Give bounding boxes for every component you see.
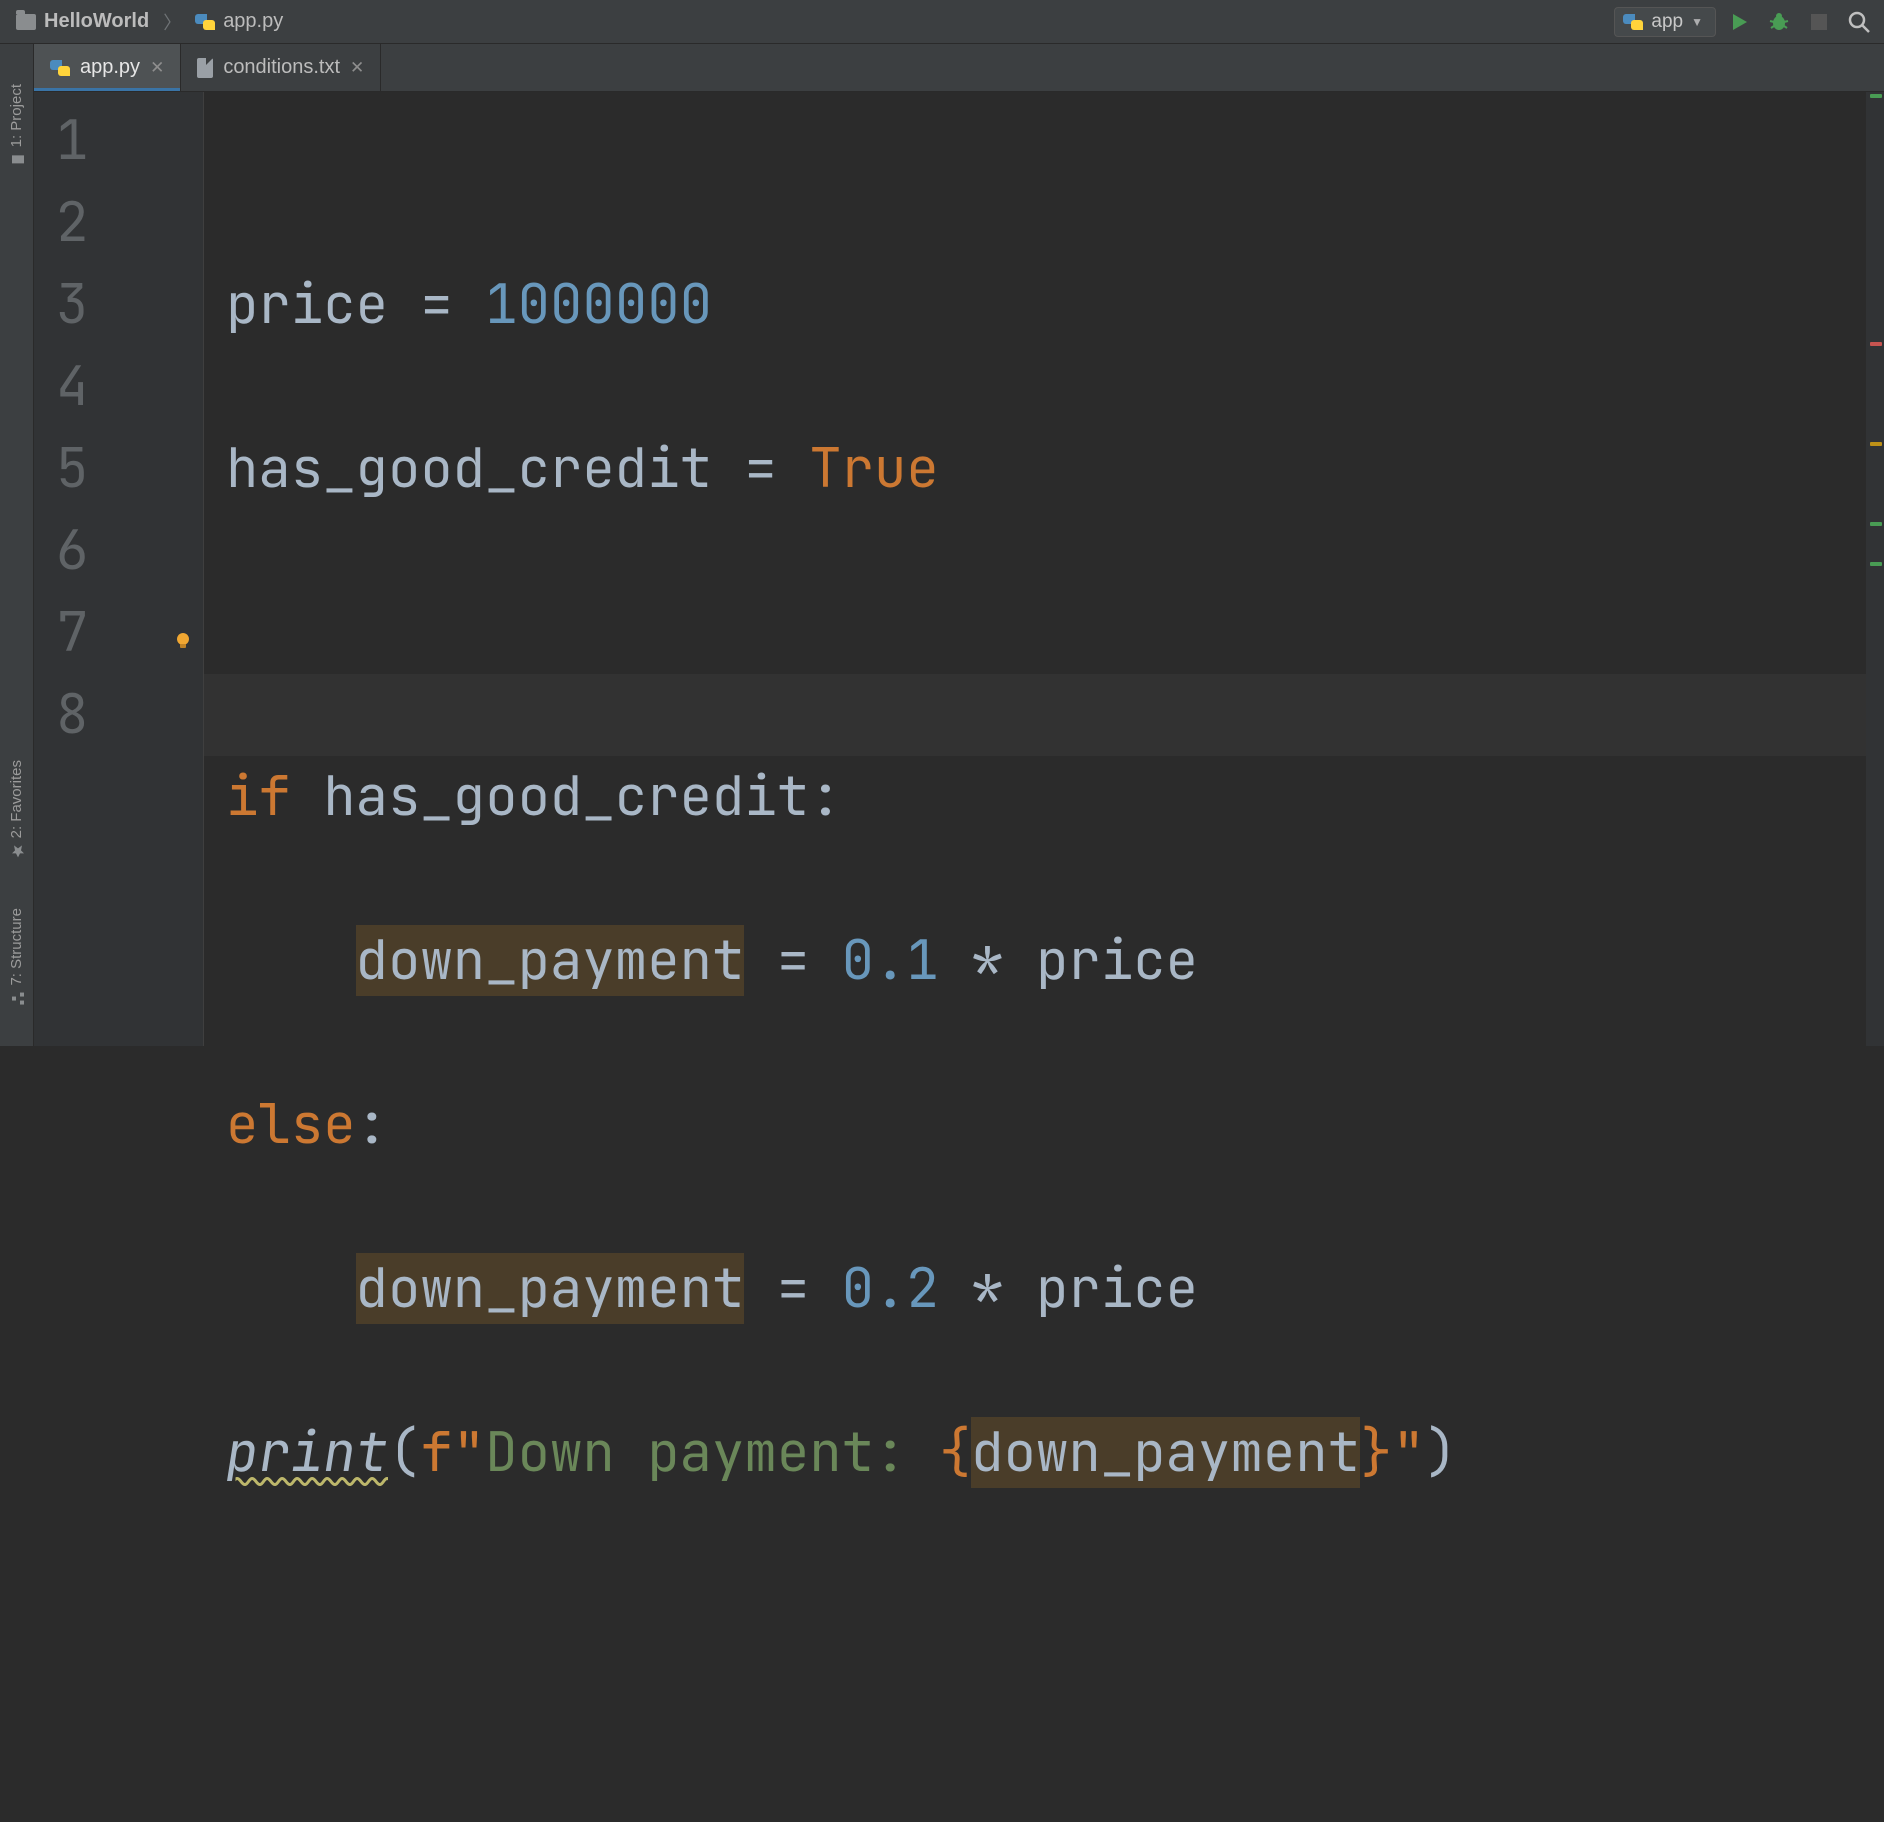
code-line: if has_good_credit: (226, 756, 1884, 838)
folder-icon (10, 153, 24, 167)
chevron-down-icon: ▼ (1691, 15, 1703, 29)
toolwindow-project[interactable]: 1: Project (8, 84, 25, 167)
warning-mark[interactable] (1870, 522, 1882, 526)
editor-tabs: app.py ✕ conditions.txt ✕ (0, 44, 1884, 92)
code-line: print(f"Down payment: {down_payment}") (226, 1412, 1884, 1494)
tab-label: conditions.txt (223, 56, 340, 79)
error-mark[interactable] (1870, 342, 1882, 346)
line-number: 5 (34, 428, 203, 510)
code-area[interactable]: price = 1000000 has_good_credit = True i… (204, 92, 1884, 1046)
code-line: has_good_credit = True (226, 428, 1884, 510)
line-number: 4 (34, 346, 203, 428)
code-line: price = 1000000 (226, 264, 1884, 346)
run-config-label: app (1651, 11, 1683, 33)
structure-icon (10, 992, 24, 1006)
toolwindow-favorites[interactable]: 2: Favorites (8, 760, 25, 858)
line-number: 2 (34, 182, 203, 264)
navigation-bar: HelloWorld 〉 app.py app ▼ (0, 0, 1884, 44)
analysis-ok-icon (1870, 94, 1882, 98)
code-line (226, 592, 1884, 674)
editor: 1 2 3 4 5 6 7 8 price = 1000000 has_good… (34, 92, 1884, 1046)
line-number: 6 (34, 510, 203, 592)
lightbulb-icon[interactable] (174, 632, 192, 650)
breadcrumb-project-label: HelloWorld (44, 10, 149, 33)
line-number: 1 (34, 100, 203, 182)
line-number: 3 (34, 264, 203, 346)
tab-app-py[interactable]: app.py ✕ (34, 44, 181, 91)
breadcrumb-file-label: app.py (223, 10, 283, 33)
run-button[interactable] (1722, 5, 1756, 39)
close-icon[interactable]: ✕ (350, 58, 364, 78)
stop-button[interactable] (1802, 5, 1836, 39)
current-line-highlight (204, 674, 1866, 756)
left-toolwindow-strip: 1: Project 2: Favorites 7: Structure (0, 44, 34, 1046)
code-line: down_payment = 0.2 * price (226, 1248, 1884, 1330)
search-button[interactable] (1842, 5, 1876, 39)
code-line: down_payment = 0.1 * price (226, 920, 1884, 1002)
star-icon (10, 844, 24, 858)
tab-conditions-txt[interactable]: conditions.txt ✕ (181, 44, 381, 91)
warning-mark[interactable] (1870, 562, 1882, 566)
python-icon (195, 12, 215, 32)
code-line: else: (226, 1084, 1884, 1166)
breadcrumb-project[interactable]: HelloWorld (8, 7, 157, 36)
error-stripe[interactable] (1866, 92, 1884, 1046)
chevron-right-icon: 〉 (163, 9, 181, 35)
close-icon[interactable]: ✕ (150, 58, 164, 78)
warning-mark[interactable] (1870, 442, 1882, 446)
debug-button[interactable] (1762, 5, 1796, 39)
gutter[interactable]: 1 2 3 4 5 6 7 8 (34, 92, 204, 1046)
breadcrumb-file[interactable]: app.py (187, 7, 291, 36)
python-icon (1623, 12, 1643, 32)
toolwindow-structure[interactable]: 7: Structure (8, 908, 25, 1006)
folder-icon (16, 14, 36, 30)
python-icon (50, 58, 70, 78)
tab-label: app.py (80, 56, 140, 79)
line-number: 8 (34, 674, 203, 756)
file-icon (197, 58, 213, 78)
run-config-selector[interactable]: app ▼ (1614, 7, 1716, 37)
